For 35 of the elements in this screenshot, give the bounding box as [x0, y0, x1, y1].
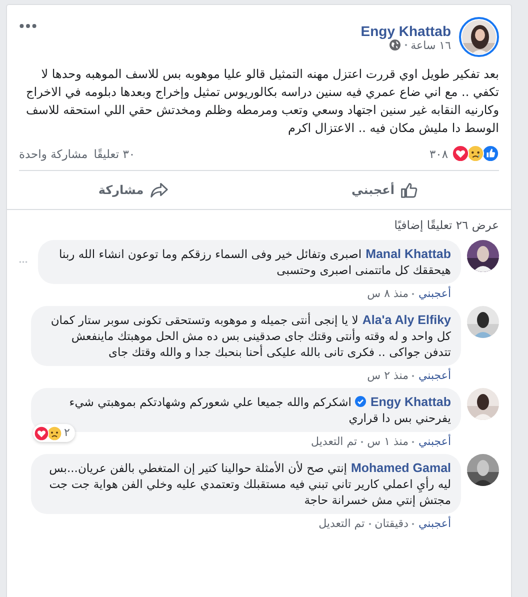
- comment-count[interactable]: ٣٠ تعليقًا: [94, 146, 136, 160]
- commenter-name[interactable]: Ala'a Aly Elfiky: [362, 313, 451, 327]
- love-reaction-icon: [34, 426, 49, 440]
- share-arrow-icon: [150, 181, 168, 199]
- author-name[interactable]: Engy Khattab: [45, 22, 451, 38]
- comment-reactions-badge[interactable]: ٢: [33, 424, 75, 442]
- comment-reaction-count: ٢: [64, 425, 70, 441]
- sad-reaction-icon: [47, 426, 62, 440]
- like-reaction-icon: [482, 145, 499, 162]
- comment-time[interactable]: دقيقتان: [374, 517, 408, 530]
- post-time[interactable]: ١٦ ساعة: [410, 38, 451, 52]
- commenter-name[interactable]: Mohamed Gamal: [350, 461, 451, 475]
- commenter-name[interactable]: Manal Khattab: [366, 247, 451, 261]
- globe-icon: [388, 39, 401, 51]
- comment-like-link[interactable]: أعجبني: [418, 287, 451, 300]
- sad-reaction-icon: [467, 145, 484, 162]
- comment-time[interactable]: منذ ٢ س: [367, 369, 408, 382]
- edited-label[interactable]: تم التعديل: [311, 435, 358, 448]
- share-count[interactable]: مشاركة واحدة: [19, 146, 88, 160]
- edited-label[interactable]: تم التعديل: [318, 517, 365, 530]
- share-button[interactable]: مشاركة: [7, 171, 259, 209]
- comment-time[interactable]: منذ ٨ س: [367, 287, 408, 300]
- commenter-name[interactable]: Engy Khattab: [370, 395, 451, 409]
- view-more-comments-link[interactable]: عرض ٢٦ تعليقًا إضافيًا: [394, 218, 499, 232]
- like-button[interactable]: أعجبني: [259, 171, 511, 209]
- thumbs-up-icon: [400, 181, 418, 199]
- comment-time[interactable]: منذ ١ س: [367, 435, 408, 448]
- comment-like-link[interactable]: أعجبني: [418, 369, 451, 382]
- more-options-icon[interactable]: [19, 23, 37, 29]
- reaction-count[interactable]: ٣٠٨: [429, 146, 448, 160]
- comment-like-link[interactable]: أعجبني: [418, 435, 451, 448]
- post-text: بعد تفكير طويل اوي قررت اعتزل مهنه التمثيل قالو عليا موهوبه بس للاسف الموهبه وحدها لا تكفي .. مع اني ضاع عمري فيه سنين دراسه بكالوريوس تمثيل وإخراج وبعدها دبلومه في الاخراج وكارنيه النقابه غير سنين اجتهاد وسعي وتعب ومرمطه وظلم ومخدتش حقي اللي استحقه للاسف الوسط دا مليش مكان فيه .. الاعتزال اكرم: [24, 66, 499, 137]
- verified-badge-icon: [355, 396, 366, 407]
- love-reaction-icon: [452, 145, 469, 162]
- comment-like-link[interactable]: أعجبني: [418, 517, 451, 530]
